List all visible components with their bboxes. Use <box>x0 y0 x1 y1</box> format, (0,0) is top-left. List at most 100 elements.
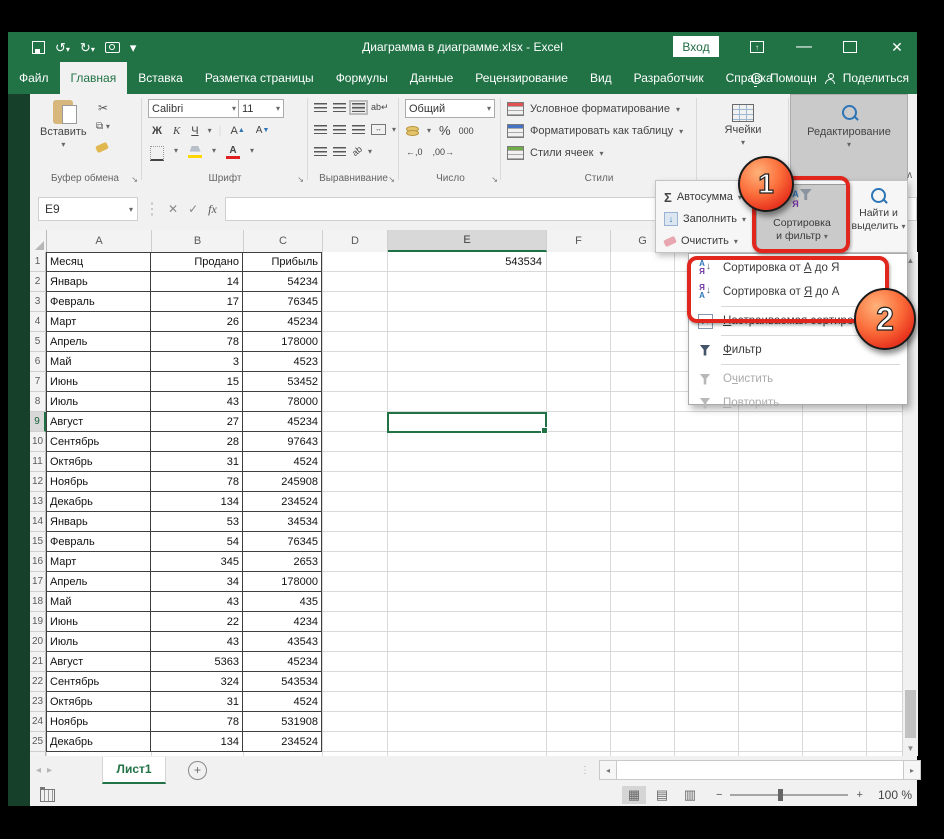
tab-вид[interactable]: Вид <box>579 62 623 94</box>
align-center-icon[interactable] <box>333 125 346 134</box>
cell-C19[interactable]: 4234 <box>243 612 322 632</box>
zoom-out-icon[interactable]: − <box>716 789 722 801</box>
cell-A15[interactable]: Февраль <box>46 532 151 552</box>
row-header-8[interactable]: 8 <box>30 392 46 412</box>
cell-B13[interactable]: 134 <box>151 492 243 512</box>
bold-button[interactable]: Ж <box>150 123 164 138</box>
cell-B10[interactable]: 28 <box>151 432 243 452</box>
row-header-15[interactable]: 15 <box>30 532 46 552</box>
cell-C22[interactable]: 543534 <box>243 672 322 692</box>
fill-handle[interactable] <box>541 427 548 434</box>
cell-A2[interactable]: Январь <box>46 272 151 292</box>
tab-данные[interactable]: Данные <box>399 62 464 94</box>
tab-разметка-страницы[interactable]: Разметка страницы <box>194 62 325 94</box>
number-format-select[interactable]: Общий▾ <box>405 99 495 118</box>
thousands-icon[interactable]: 000 <box>459 126 474 136</box>
scroll-down-icon[interactable]: ▼ <box>903 740 918 756</box>
row-header-7[interactable]: 7 <box>30 372 46 392</box>
cell-C12[interactable]: 245908 <box>243 472 322 492</box>
cell-C1[interactable]: Прибыль <box>243 252 322 272</box>
cell-C25[interactable]: 234524 <box>243 732 322 752</box>
underline-dropdown[interactable]: ▾ <box>208 126 212 135</box>
cell-A21[interactable]: Август <box>46 652 151 672</box>
cell-B4[interactable]: 26 <box>151 312 243 332</box>
close-button[interactable]: ✕ <box>882 32 912 62</box>
cell-C14[interactable]: 34534 <box>243 512 322 532</box>
cell-C18[interactable]: 435 <box>243 592 322 612</box>
row-header-3[interactable]: 3 <box>30 292 46 312</box>
cell-A11[interactable]: Октябрь <box>46 452 151 472</box>
cell-A23[interactable]: Октябрь <box>46 692 151 712</box>
share-person-icon[interactable] <box>825 79 835 84</box>
cell-A24[interactable]: Ноябрь <box>46 712 151 732</box>
cell-C21[interactable]: 45234 <box>243 652 322 672</box>
active-cell-selection[interactable] <box>387 412 547 433</box>
tab-разработчик[interactable]: Разработчик <box>623 62 715 94</box>
orientation-icon[interactable]: ab <box>350 144 364 158</box>
cell-C20[interactable]: 43543 <box>243 632 322 652</box>
cell-B19[interactable]: 22 <box>151 612 243 632</box>
column-header-F[interactable]: F <box>547 230 611 252</box>
clipboard-dialog-launcher[interactable]: ↘ <box>131 175 138 184</box>
cell-A10[interactable]: Сентябрь <box>46 432 151 452</box>
cell-C6[interactable]: 4523 <box>243 352 322 372</box>
name-box[interactable]: E9▾ <box>38 197 138 221</box>
scroll-right-icon[interactable]: ▸ <box>904 760 921 780</box>
row-header-22[interactable]: 22 <box>30 672 46 692</box>
alignment-dialog-launcher[interactable]: ↘ <box>388 175 395 184</box>
cell-A20[interactable]: Июль <box>46 632 151 652</box>
cell-A3[interactable]: Февраль <box>46 292 151 312</box>
login-button[interactable]: Вход <box>673 36 719 57</box>
increase-indent-icon[interactable] <box>333 147 346 156</box>
cell-A8[interactable]: Июль <box>46 392 151 412</box>
zoom-level[interactable]: 100 % <box>878 788 912 802</box>
row-header-24[interactable]: 24 <box>30 712 46 732</box>
column-header-B[interactable]: B <box>152 230 244 252</box>
wrap-text-icon[interactable]: ab↵ <box>371 102 389 113</box>
cell-C2[interactable]: 54234 <box>243 272 322 292</box>
fill-button[interactable]: ↓ Заполнить▾ <box>664 209 746 229</box>
cell-B15[interactable]: 54 <box>151 532 243 552</box>
cell-B1[interactable]: Продано <box>151 252 243 272</box>
cell-A5[interactable]: Апрель <box>46 332 151 352</box>
row-header-14[interactable]: 14 <box>30 512 46 532</box>
row-header-10[interactable]: 10 <box>30 432 46 452</box>
cell-A16[interactable]: Март <box>46 552 151 572</box>
cell-B20[interactable]: 43 <box>151 632 243 652</box>
row-header-9[interactable]: 9 <box>30 412 46 432</box>
font-name-select[interactable]: Calibri▾ <box>148 99 240 118</box>
cell-C17[interactable]: 178000 <box>243 572 322 592</box>
cell-C11[interactable]: 4524 <box>243 452 322 472</box>
fill-color-icon[interactable] <box>188 146 202 158</box>
cell-A25[interactable]: Декабрь <box>46 732 151 752</box>
font-size-select[interactable]: 11▾ <box>238 99 284 118</box>
cell-B23[interactable]: 31 <box>151 692 243 712</box>
format-painter-icon[interactable] <box>95 142 109 153</box>
cell-B9[interactable]: 27 <box>151 412 243 432</box>
cell-A19[interactable]: Июнь <box>46 612 151 632</box>
clear-button[interactable]: Очистить▾ <box>664 231 738 251</box>
ribbon-display-options-icon[interactable]: ↑ <box>742 32 772 62</box>
cell-C7[interactable]: 53452 <box>243 372 322 392</box>
cell-C9[interactable]: 45234 <box>243 412 322 432</box>
add-sheet-icon[interactable]: + <box>188 761 207 780</box>
format-as-table-button[interactable]: Форматировать как таблицу▾ <box>507 124 683 138</box>
row-header-12[interactable]: 12 <box>30 472 46 492</box>
cell-B17[interactable]: 34 <box>151 572 243 592</box>
row-header-18[interactable]: 18 <box>30 592 46 612</box>
row-header-2[interactable]: 2 <box>30 272 46 292</box>
cell-B11[interactable]: 31 <box>151 452 243 472</box>
cell-C3[interactable]: 76345 <box>243 292 322 312</box>
scrollbar-grip-icon[interactable]: ⋮ <box>580 765 591 776</box>
cell-B22[interactable]: 324 <box>151 672 243 692</box>
cell-A22[interactable]: Сентябрь <box>46 672 151 692</box>
maximize-button[interactable] <box>835 32 865 62</box>
cell-B3[interactable]: 17 <box>151 292 243 312</box>
cell-B21[interactable]: 5363 <box>151 652 243 672</box>
row-header-20[interactable]: 20 <box>30 632 46 652</box>
tab-главная[interactable]: Главная <box>60 62 128 94</box>
zoom-slider-handle[interactable] <box>778 789 783 801</box>
row-header-17[interactable]: 17 <box>30 572 46 592</box>
cell-B24[interactable]: 78 <box>151 712 243 732</box>
cell-B18[interactable]: 43 <box>151 592 243 612</box>
